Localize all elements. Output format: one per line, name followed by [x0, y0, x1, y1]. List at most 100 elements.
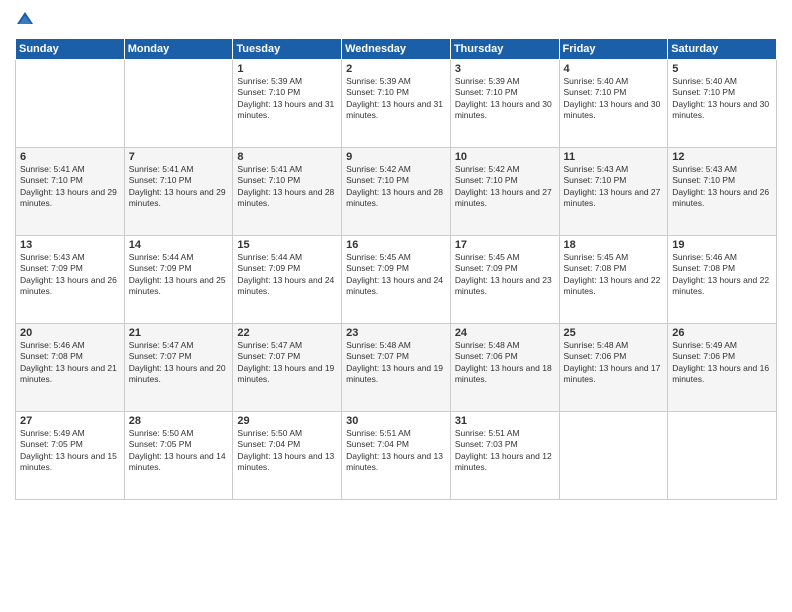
day-number: 5	[672, 63, 772, 75]
day-number: 25	[564, 327, 664, 339]
page-header	[15, 10, 777, 30]
day-number: 20	[20, 327, 120, 339]
day-info: Sunrise: 5:39 AMSunset: 7:10 PMDaylight:…	[237, 76, 337, 122]
day-cell: 2Sunrise: 5:39 AMSunset: 7:10 PMDaylight…	[342, 60, 451, 148]
day-info: Sunrise: 5:41 AMSunset: 7:10 PMDaylight:…	[20, 164, 120, 210]
day-info: Sunrise: 5:39 AMSunset: 7:10 PMDaylight:…	[455, 76, 555, 122]
weekday-header-monday: Monday	[124, 39, 233, 60]
day-cell: 9Sunrise: 5:42 AMSunset: 7:10 PMDaylight…	[342, 148, 451, 236]
day-info: Sunrise: 5:44 AMSunset: 7:09 PMDaylight:…	[129, 252, 229, 298]
day-info: Sunrise: 5:50 AMSunset: 7:05 PMDaylight:…	[129, 428, 229, 474]
day-info: Sunrise: 5:51 AMSunset: 7:03 PMDaylight:…	[455, 428, 555, 474]
day-cell: 19Sunrise: 5:46 AMSunset: 7:08 PMDayligh…	[668, 236, 777, 324]
day-number: 30	[346, 415, 446, 427]
weekday-header-saturday: Saturday	[668, 39, 777, 60]
day-cell	[16, 60, 125, 148]
day-info: Sunrise: 5:42 AMSunset: 7:10 PMDaylight:…	[346, 164, 446, 210]
calendar-page: SundayMondayTuesdayWednesdayThursdayFrid…	[0, 0, 792, 612]
day-cell: 1Sunrise: 5:39 AMSunset: 7:10 PMDaylight…	[233, 60, 342, 148]
day-cell: 23Sunrise: 5:48 AMSunset: 7:07 PMDayligh…	[342, 324, 451, 412]
calendar-table: SundayMondayTuesdayWednesdayThursdayFrid…	[15, 38, 777, 500]
day-info: Sunrise: 5:45 AMSunset: 7:08 PMDaylight:…	[564, 252, 664, 298]
day-cell	[124, 60, 233, 148]
day-cell: 28Sunrise: 5:50 AMSunset: 7:05 PMDayligh…	[124, 412, 233, 500]
day-cell: 17Sunrise: 5:45 AMSunset: 7:09 PMDayligh…	[450, 236, 559, 324]
day-number: 23	[346, 327, 446, 339]
day-number: 13	[20, 239, 120, 251]
day-cell: 12Sunrise: 5:43 AMSunset: 7:10 PMDayligh…	[668, 148, 777, 236]
logo-icon	[15, 10, 35, 30]
day-info: Sunrise: 5:46 AMSunset: 7:08 PMDaylight:…	[672, 252, 772, 298]
day-info: Sunrise: 5:40 AMSunset: 7:10 PMDaylight:…	[564, 76, 664, 122]
day-info: Sunrise: 5:39 AMSunset: 7:10 PMDaylight:…	[346, 76, 446, 122]
day-cell: 31Sunrise: 5:51 AMSunset: 7:03 PMDayligh…	[450, 412, 559, 500]
day-info: Sunrise: 5:40 AMSunset: 7:10 PMDaylight:…	[672, 76, 772, 122]
day-cell: 6Sunrise: 5:41 AMSunset: 7:10 PMDaylight…	[16, 148, 125, 236]
day-number: 3	[455, 63, 555, 75]
day-cell: 26Sunrise: 5:49 AMSunset: 7:06 PMDayligh…	[668, 324, 777, 412]
day-info: Sunrise: 5:48 AMSunset: 7:06 PMDaylight:…	[455, 340, 555, 386]
day-number: 12	[672, 151, 772, 163]
weekday-header-sunday: Sunday	[16, 39, 125, 60]
day-info: Sunrise: 5:43 AMSunset: 7:10 PMDaylight:…	[564, 164, 664, 210]
day-number: 18	[564, 239, 664, 251]
day-number: 9	[346, 151, 446, 163]
day-cell: 14Sunrise: 5:44 AMSunset: 7:09 PMDayligh…	[124, 236, 233, 324]
day-cell: 29Sunrise: 5:50 AMSunset: 7:04 PMDayligh…	[233, 412, 342, 500]
day-cell	[668, 412, 777, 500]
day-info: Sunrise: 5:48 AMSunset: 7:07 PMDaylight:…	[346, 340, 446, 386]
day-info: Sunrise: 5:50 AMSunset: 7:04 PMDaylight:…	[237, 428, 337, 474]
day-cell: 11Sunrise: 5:43 AMSunset: 7:10 PMDayligh…	[559, 148, 668, 236]
day-cell: 30Sunrise: 5:51 AMSunset: 7:04 PMDayligh…	[342, 412, 451, 500]
day-info: Sunrise: 5:48 AMSunset: 7:06 PMDaylight:…	[564, 340, 664, 386]
day-number: 17	[455, 239, 555, 251]
week-row-1: 1Sunrise: 5:39 AMSunset: 7:10 PMDaylight…	[16, 60, 777, 148]
day-number: 8	[237, 151, 337, 163]
week-row-5: 27Sunrise: 5:49 AMSunset: 7:05 PMDayligh…	[16, 412, 777, 500]
day-info: Sunrise: 5:41 AMSunset: 7:10 PMDaylight:…	[237, 164, 337, 210]
day-number: 11	[564, 151, 664, 163]
day-number: 26	[672, 327, 772, 339]
day-info: Sunrise: 5:47 AMSunset: 7:07 PMDaylight:…	[237, 340, 337, 386]
day-cell: 20Sunrise: 5:46 AMSunset: 7:08 PMDayligh…	[16, 324, 125, 412]
day-cell: 4Sunrise: 5:40 AMSunset: 7:10 PMDaylight…	[559, 60, 668, 148]
day-info: Sunrise: 5:47 AMSunset: 7:07 PMDaylight:…	[129, 340, 229, 386]
day-info: Sunrise: 5:45 AMSunset: 7:09 PMDaylight:…	[346, 252, 446, 298]
weekday-header-wednesday: Wednesday	[342, 39, 451, 60]
day-number: 19	[672, 239, 772, 251]
day-info: Sunrise: 5:43 AMSunset: 7:10 PMDaylight:…	[672, 164, 772, 210]
day-number: 29	[237, 415, 337, 427]
week-row-4: 20Sunrise: 5:46 AMSunset: 7:08 PMDayligh…	[16, 324, 777, 412]
day-cell: 10Sunrise: 5:42 AMSunset: 7:10 PMDayligh…	[450, 148, 559, 236]
day-cell: 22Sunrise: 5:47 AMSunset: 7:07 PMDayligh…	[233, 324, 342, 412]
day-cell: 16Sunrise: 5:45 AMSunset: 7:09 PMDayligh…	[342, 236, 451, 324]
day-number: 2	[346, 63, 446, 75]
day-info: Sunrise: 5:49 AMSunset: 7:06 PMDaylight:…	[672, 340, 772, 386]
weekday-header-friday: Friday	[559, 39, 668, 60]
day-cell: 3Sunrise: 5:39 AMSunset: 7:10 PMDaylight…	[450, 60, 559, 148]
day-cell: 27Sunrise: 5:49 AMSunset: 7:05 PMDayligh…	[16, 412, 125, 500]
day-cell	[559, 412, 668, 500]
day-cell: 8Sunrise: 5:41 AMSunset: 7:10 PMDaylight…	[233, 148, 342, 236]
day-cell: 21Sunrise: 5:47 AMSunset: 7:07 PMDayligh…	[124, 324, 233, 412]
logo	[15, 10, 37, 30]
day-number: 14	[129, 239, 229, 251]
day-cell: 13Sunrise: 5:43 AMSunset: 7:09 PMDayligh…	[16, 236, 125, 324]
day-number: 4	[564, 63, 664, 75]
day-info: Sunrise: 5:42 AMSunset: 7:10 PMDaylight:…	[455, 164, 555, 210]
day-number: 21	[129, 327, 229, 339]
day-info: Sunrise: 5:44 AMSunset: 7:09 PMDaylight:…	[237, 252, 337, 298]
day-cell: 7Sunrise: 5:41 AMSunset: 7:10 PMDaylight…	[124, 148, 233, 236]
day-info: Sunrise: 5:49 AMSunset: 7:05 PMDaylight:…	[20, 428, 120, 474]
day-number: 27	[20, 415, 120, 427]
day-cell: 25Sunrise: 5:48 AMSunset: 7:06 PMDayligh…	[559, 324, 668, 412]
day-info: Sunrise: 5:41 AMSunset: 7:10 PMDaylight:…	[129, 164, 229, 210]
day-info: Sunrise: 5:46 AMSunset: 7:08 PMDaylight:…	[20, 340, 120, 386]
week-row-3: 13Sunrise: 5:43 AMSunset: 7:09 PMDayligh…	[16, 236, 777, 324]
day-cell: 15Sunrise: 5:44 AMSunset: 7:09 PMDayligh…	[233, 236, 342, 324]
day-info: Sunrise: 5:51 AMSunset: 7:04 PMDaylight:…	[346, 428, 446, 474]
weekday-header-tuesday: Tuesday	[233, 39, 342, 60]
day-info: Sunrise: 5:43 AMSunset: 7:09 PMDaylight:…	[20, 252, 120, 298]
day-cell: 18Sunrise: 5:45 AMSunset: 7:08 PMDayligh…	[559, 236, 668, 324]
day-number: 10	[455, 151, 555, 163]
